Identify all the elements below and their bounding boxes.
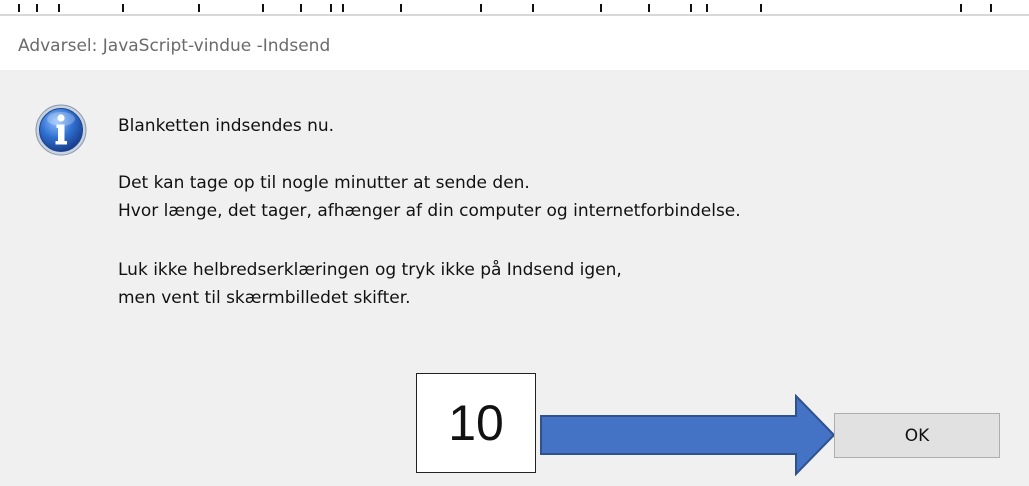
message-line-2: Det kan tage op til nogle minutter at se… [118, 173, 530, 193]
ok-button[interactable]: OK [834, 413, 1000, 458]
step-number-callout: 10 [416, 373, 536, 473]
message-line-3: Hvor længe, det tager, afhænger af din c… [118, 201, 741, 221]
step-number: 10 [448, 395, 504, 451]
message-line-4: Luk ikke helbredserklæringen og tryk ikk… [118, 260, 622, 280]
arrow-right-icon [540, 394, 836, 476]
message-line-1: Blanketten indsendes nu. [118, 116, 335, 136]
message-line-5: men vent til skærmbilledet skifter. [118, 288, 411, 308]
dialog-title: Advarsel: JavaScript-vindue -Indsend [18, 36, 331, 56]
background-page-strip [0, 0, 1029, 16]
dialog-title-bar: Advarsel: JavaScript-vindue -Indsend [0, 16, 1029, 70]
info-icon [35, 104, 87, 156]
